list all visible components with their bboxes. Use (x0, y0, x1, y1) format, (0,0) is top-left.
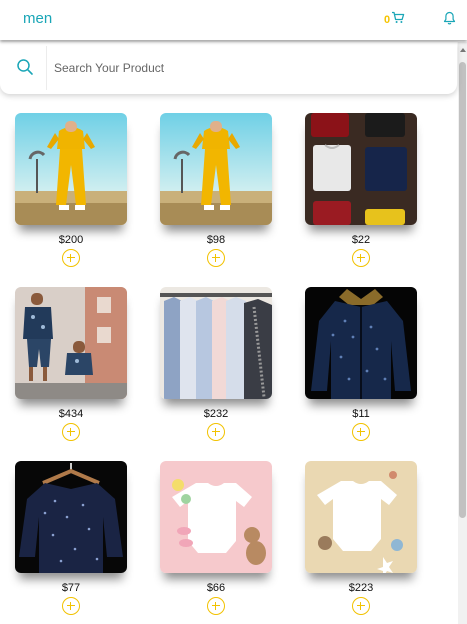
scrollbar-thumb[interactable] (459, 62, 466, 518)
search-icon[interactable] (16, 58, 34, 81)
product-image[interactable] (15, 113, 127, 225)
product-card[interactable]: $22 (305, 113, 417, 270)
product-card[interactable]: $98 (160, 113, 272, 270)
page-title: men (23, 10, 53, 27)
product-price: $434 (58, 408, 84, 420)
product-card[interactable]: $200 (15, 113, 127, 270)
product-price: $11 (352, 408, 370, 420)
add-to-cart-button[interactable] (207, 597, 225, 615)
top-app-bar: men 0 (0, 0, 467, 40)
product-price: $232 (203, 408, 229, 420)
search-bar (0, 42, 457, 94)
cart-count-badge: 0 (384, 14, 391, 26)
product-price: $200 (58, 234, 84, 246)
scrollbar[interactable] (458, 42, 467, 624)
shopping-cart-icon (391, 11, 405, 29)
product-card[interactable]: $77 (15, 461, 127, 618)
product-image[interactable] (15, 461, 127, 573)
product-card[interactable]: $223 (305, 461, 417, 618)
product-image[interactable] (160, 461, 272, 573)
product-image[interactable] (305, 113, 417, 225)
product-card[interactable]: $11 (305, 287, 417, 444)
product-price: $22 (351, 234, 371, 246)
add-to-cart-button[interactable] (352, 249, 370, 267)
scroll-up-arrow-icon[interactable] (460, 48, 466, 52)
add-to-cart-button[interactable] (207, 423, 225, 441)
product-card[interactable]: $66 (160, 461, 272, 618)
product-image[interactable] (305, 461, 417, 573)
product-price: $223 (348, 582, 374, 594)
add-to-cart-button[interactable] (62, 249, 80, 267)
add-to-cart-button[interactable] (207, 249, 225, 267)
add-to-cart-button[interactable] (352, 423, 370, 441)
add-to-cart-button[interactable] (352, 597, 370, 615)
product-image[interactable] (160, 287, 272, 399)
product-price: $77 (61, 582, 81, 594)
product-price: $66 (206, 582, 226, 594)
product-price: $98 (206, 234, 226, 246)
product-grid: $200 $98 $22 $434 $232 $11 $77 $66 $223 (15, 113, 418, 618)
search-divider (46, 46, 47, 90)
product-image[interactable] (160, 113, 272, 225)
product-card[interactable]: $232 (160, 287, 272, 444)
search-input[interactable] (54, 56, 434, 80)
product-card[interactable]: $434 (15, 287, 127, 444)
product-image[interactable] (15, 287, 127, 399)
product-image[interactable] (305, 287, 417, 399)
add-to-cart-button[interactable] (62, 597, 80, 615)
add-to-cart-button[interactable] (62, 423, 80, 441)
notification-bell-icon[interactable] (443, 11, 456, 30)
cart-button[interactable]: 0 (384, 11, 405, 29)
